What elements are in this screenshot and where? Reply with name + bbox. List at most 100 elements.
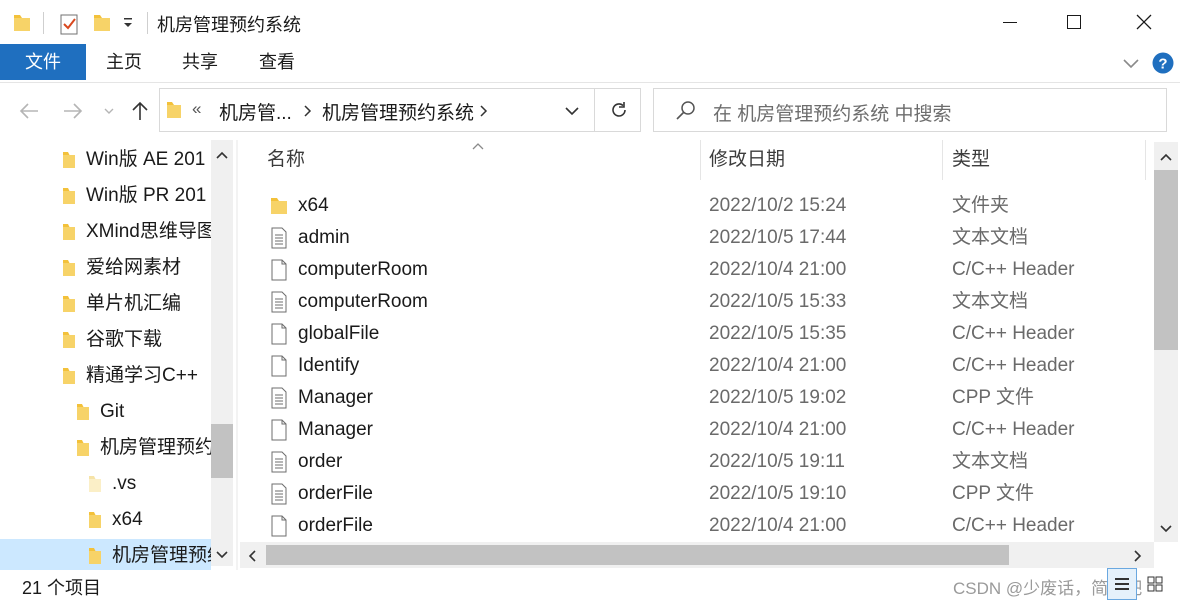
scroll-right-arrow-icon[interactable] [1132, 548, 1144, 569]
column-header-name[interactable]: 名称 [267, 140, 305, 180]
nav-item-xmind[interactable]: XMind思维导图 [62, 215, 216, 249]
table-row[interactable]: admin 2022/10/5 17:44 文本文档 [262, 222, 1142, 254]
nav-item-vs[interactable]: .vs [88, 467, 136, 501]
divider[interactable] [942, 140, 943, 180]
nav-pane-scroll-thumb[interactable] [211, 424, 233, 478]
folder-icon[interactable] [12, 12, 32, 39]
nav-item-aigei[interactable]: 爱给网素材 [62, 251, 181, 285]
table-row[interactable]: Manager 2022/10/5 19:02 CPP 文件 [262, 382, 1142, 414]
minimize-icon [1003, 22, 1017, 23]
folder-icon [63, 224, 75, 240]
scroll-left-arrow-icon[interactable] [246, 548, 258, 569]
blank-doc-icon [271, 419, 287, 441]
address-dropdown-chevron-icon[interactable] [563, 104, 581, 123]
maximize-button[interactable] [1042, 0, 1106, 44]
navigation-pane: Win版 AE 201 Win版 PR 201 XMind思维导图 爱给网素材 单片机汇… [0, 140, 236, 570]
file-date: 2022/10/5 15:33 [709, 291, 847, 312]
file-date: 2022/10/5 15:35 [709, 323, 847, 344]
blank-doc-icon [271, 259, 287, 281]
file-name: Manager [298, 387, 373, 408]
divider[interactable] [700, 140, 701, 180]
details-view-icon [1115, 578, 1129, 590]
search-icon [675, 100, 697, 127]
nav-item-x64[interactable]: x64 [88, 503, 143, 537]
close-button[interactable] [1112, 0, 1176, 44]
nav-item-jifang[interactable]: 机房管理预约 [76, 431, 214, 465]
details-view-button[interactable] [1107, 568, 1137, 600]
divider [43, 12, 44, 34]
file-name: x64 [298, 195, 329, 216]
sort-ascending-icon [471, 138, 485, 156]
breadcrumb-separator-icon[interactable] [302, 104, 312, 123]
tab-view[interactable]: 查看 [249, 44, 305, 80]
divider [236, 140, 238, 570]
breadcrumb-separator-icon[interactable] [478, 104, 488, 123]
nav-item-label: 精通学习C++ [86, 365, 198, 386]
table-row[interactable]: x64 2022/10/2 15:24 文件夹 [262, 190, 1142, 222]
scroll-up-arrow-icon[interactable] [214, 148, 230, 166]
customize-toolbar-chevron-icon[interactable] [121, 14, 135, 37]
expand-ribbon-chevron-icon[interactable] [1121, 55, 1141, 76]
nav-item-jifang-current[interactable]: 机房管理预约 [0, 539, 226, 570]
nav-item-chrome-downloads[interactable]: 谷歌下载 [62, 323, 162, 357]
recent-locations-chevron-icon[interactable] [101, 96, 117, 126]
file-type: C/C++ Header [952, 515, 1075, 536]
folder-icon [77, 440, 89, 456]
nav-pane-scrollbar[interactable] [211, 140, 233, 566]
divider[interactable] [1145, 140, 1146, 180]
search-input[interactable]: 在 机房管理预约系统 中搜索 [713, 99, 952, 126]
up-arrow-icon[interactable] [128, 96, 152, 126]
folder-icon [89, 548, 101, 564]
nav-item-mcu[interactable]: 单片机汇编 [62, 287, 181, 321]
table-row[interactable]: order 2022/10/5 19:11 文本文档 [262, 446, 1142, 478]
file-name: admin [298, 227, 350, 248]
nav-item-label: Win版 AE 201 [86, 149, 206, 170]
scroll-up-arrow-icon[interactable] [1158, 150, 1174, 168]
scroll-down-arrow-icon[interactable] [1158, 522, 1174, 540]
back-arrow-icon[interactable] [16, 96, 42, 126]
nav-item-cpp[interactable]: 精通学习C++ [62, 359, 198, 393]
table-row[interactable]: Manager 2022/10/4 21:00 C/C++ Header [262, 414, 1142, 446]
close-icon [1136, 14, 1152, 30]
nav-item-win-pr[interactable]: Win版 PR 201 [62, 179, 206, 213]
tab-file[interactable]: 文件 [0, 44, 86, 80]
file-date: 2022/10/4 21:00 [709, 515, 847, 536]
nav-item-label: Git [100, 401, 125, 422]
forward-arrow-icon[interactable] [60, 96, 86, 126]
table-row[interactable]: computerRoom 2022/10/4 21:00 C/C++ Header [262, 254, 1142, 286]
properties-icon[interactable] [58, 12, 80, 41]
address-overflow[interactable]: « [192, 99, 201, 119]
refresh-button[interactable] [594, 88, 642, 132]
tab-home[interactable]: 主页 [96, 44, 152, 80]
breadcrumb-item[interactable]: 机房管... [219, 98, 292, 125]
table-row[interactable]: orderFile 2022/10/5 19:10 CPP 文件 [262, 478, 1142, 510]
text-doc-icon [271, 387, 287, 409]
large-icons-view-button[interactable] [1140, 568, 1170, 600]
file-name: Identify [298, 355, 360, 376]
minimize-button[interactable] [978, 0, 1042, 44]
item-count: 21 个项目 [22, 578, 102, 598]
file-date: 2022/10/5 19:10 [709, 483, 847, 504]
table-row[interactable]: computerRoom 2022/10/5 15:33 文本文档 [262, 286, 1142, 318]
file-date: 2022/10/5 17:44 [709, 227, 847, 248]
nav-item-label: x64 [112, 509, 143, 530]
nav-item-git[interactable]: Git [76, 395, 124, 429]
text-doc-icon [271, 483, 287, 505]
vertical-scroll-thumb[interactable] [1154, 170, 1178, 350]
table-row[interactable]: globalFile 2022/10/5 15:35 C/C++ Header [262, 318, 1142, 350]
nav-item-label: .vs [112, 473, 137, 494]
horizontal-scroll-thumb[interactable] [266, 545, 1009, 565]
column-header-date[interactable]: 修改日期 [709, 140, 785, 180]
scroll-down-arrow-icon[interactable] [214, 548, 230, 566]
table-row[interactable]: Identify 2022/10/4 21:00 C/C++ Header [262, 350, 1142, 382]
new-folder-icon[interactable] [92, 12, 112, 39]
table-row[interactable]: orderFile 2022/10/4 21:00 C/C++ Header [262, 510, 1142, 542]
file-type: 文本文档 [952, 291, 1029, 312]
column-header-type[interactable]: 类型 [952, 140, 990, 180]
folder-icon [77, 404, 89, 420]
tab-share[interactable]: 共享 [172, 44, 228, 80]
folder-icon [63, 260, 75, 276]
nav-item-win-ae[interactable]: Win版 AE 201 [62, 143, 205, 177]
breadcrumb-item[interactable]: 机房管理预约系统 [322, 98, 474, 125]
help-icon[interactable]: ? [1152, 52, 1174, 79]
